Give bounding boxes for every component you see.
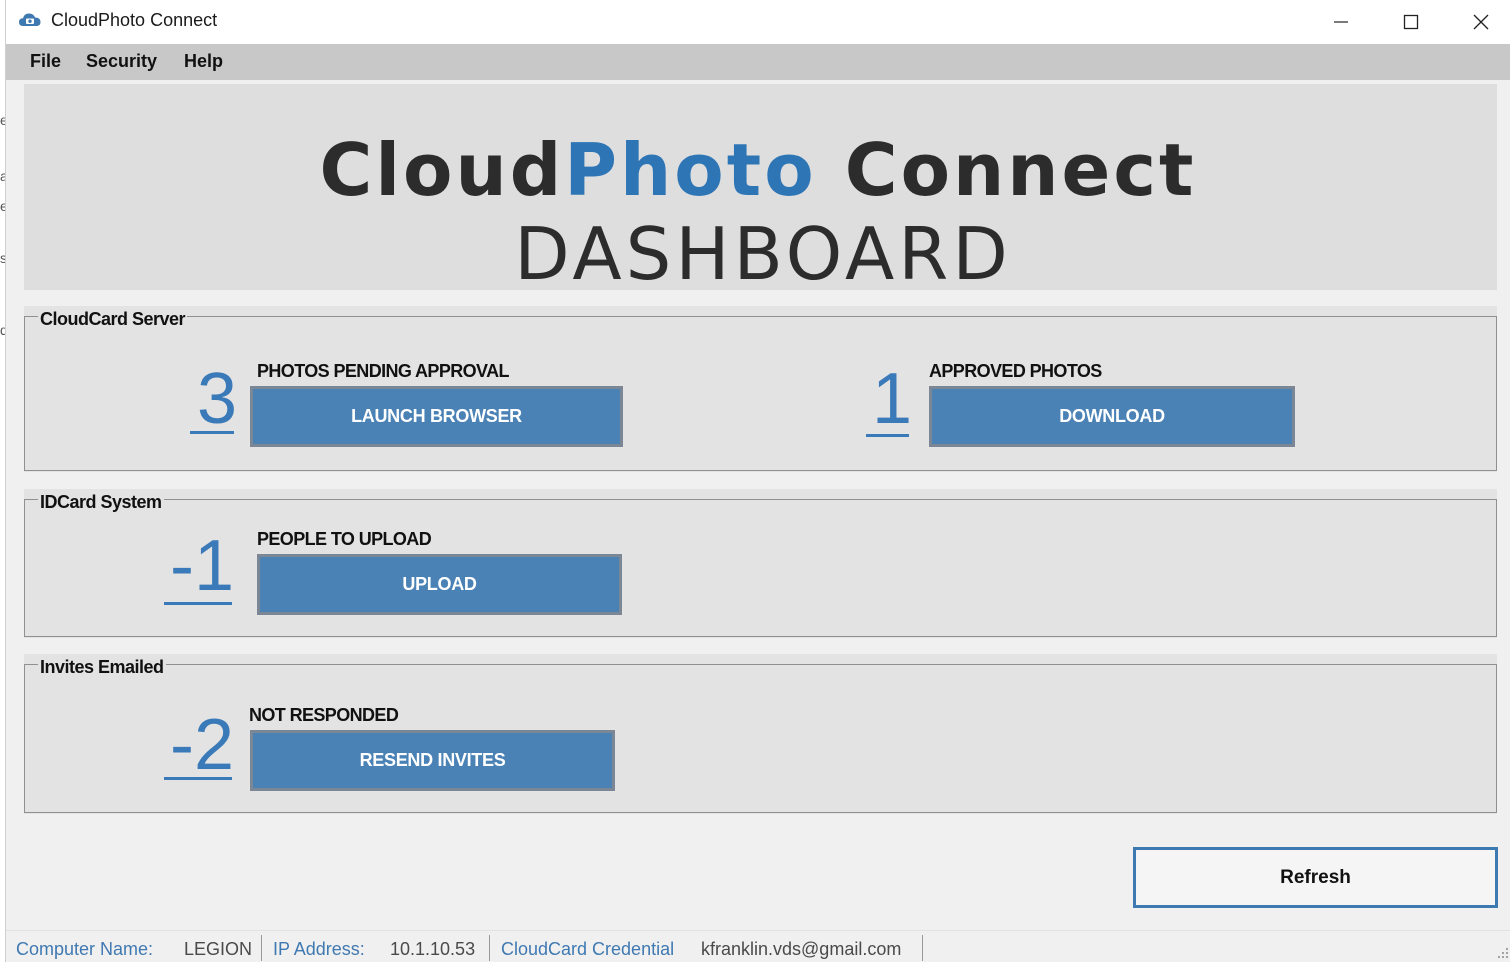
computer-name-label: Computer Name:: [16, 939, 154, 959]
computer-name-value: LEGION: [184, 939, 253, 959]
pending-count-underline: [190, 431, 234, 434]
cloudcard-credential-label: CloudCard Credential: [501, 939, 675, 959]
section-title-invites: Invites Emailed: [38, 657, 166, 678]
pending-caption: PHOTOS PENDING APPROVAL: [257, 361, 510, 381]
approved-count-underline: [866, 434, 909, 437]
resize-grip-icon[interactable]: [1496, 944, 1510, 960]
menu-security[interactable]: Security: [86, 51, 157, 72]
minimize-button[interactable]: [1306, 0, 1376, 44]
upload-caption: PEOPLE TO UPLOAD: [257, 529, 432, 549]
idcard-system-section: IDCard System -1 PEOPLE TO UPLOAD UPLOAD: [24, 489, 1497, 638]
cloud-camera-icon: [19, 13, 41, 26]
not-responded-caption: NOT RESPONDED: [249, 705, 399, 725]
menu-file[interactable]: File: [30, 51, 61, 72]
section-title-idcard: IDCard System: [38, 492, 164, 513]
ip-address-label: IP Address:: [273, 939, 365, 959]
title-bar[interactable]: CloudPhoto Connect: [6, 0, 1510, 44]
not-responded-count[interactable]: -2: [157, 709, 247, 781]
minimize-icon: [1334, 21, 1348, 23]
menu-bar: File Security Help: [6, 44, 1510, 80]
status-separator: [261, 935, 262, 961]
maximize-button[interactable]: [1376, 0, 1446, 44]
banner-title-photo: Photo: [564, 128, 817, 212]
banner-title-cloud: Cloud: [319, 128, 565, 212]
section-title-cloudcard: CloudCard Server: [38, 309, 188, 330]
menu-help[interactable]: Help: [184, 51, 223, 72]
pending-count[interactable]: 3: [187, 363, 247, 435]
download-button[interactable]: DOWNLOAD: [929, 386, 1295, 447]
banner-subtitle: DASHBOARD: [514, 212, 1012, 296]
invites-count-underline: [164, 777, 232, 780]
refresh-button[interactable]: Refresh: [1133, 847, 1498, 908]
status-separator: [922, 935, 923, 961]
resend-invites-button[interactable]: RESEND INVITES: [250, 730, 615, 791]
status-separator: [489, 935, 490, 961]
status-bar: Computer Name: LEGION IP Address: 10.1.1…: [6, 930, 1510, 962]
cloudcard-server-section: CloudCard Server 3 PHOTOS PENDING APPROV…: [24, 306, 1497, 472]
maximize-icon: [1403, 14, 1419, 30]
launch-browser-button[interactable]: LAUNCH BROWSER: [250, 386, 623, 447]
invites-emailed-section: Invites Emailed -2 NOT RESPONDED RESEND …: [24, 654, 1497, 814]
window-title: CloudPhoto Connect: [51, 10, 218, 30]
app-window: CloudPhoto Connect File Security Help Cl…: [5, 0, 1510, 962]
close-button[interactable]: [1446, 0, 1510, 44]
ip-address-value: 10.1.10.53: [390, 939, 476, 959]
banner-title: CloudPhoto Connect: [6, 128, 1510, 212]
approved-caption: APPROVED PHOTOS: [929, 361, 1102, 381]
cloudcard-credential-value: kfranklin.vds@gmail.com: [701, 939, 902, 959]
upload-count-underline: [164, 602, 232, 605]
approved-count[interactable]: 1: [862, 363, 922, 435]
upload-button[interactable]: UPLOAD: [257, 554, 622, 615]
close-icon: [1473, 14, 1489, 30]
people-to-upload-count[interactable]: -1: [157, 530, 247, 602]
banner-title-connect: Connect: [816, 128, 1197, 212]
